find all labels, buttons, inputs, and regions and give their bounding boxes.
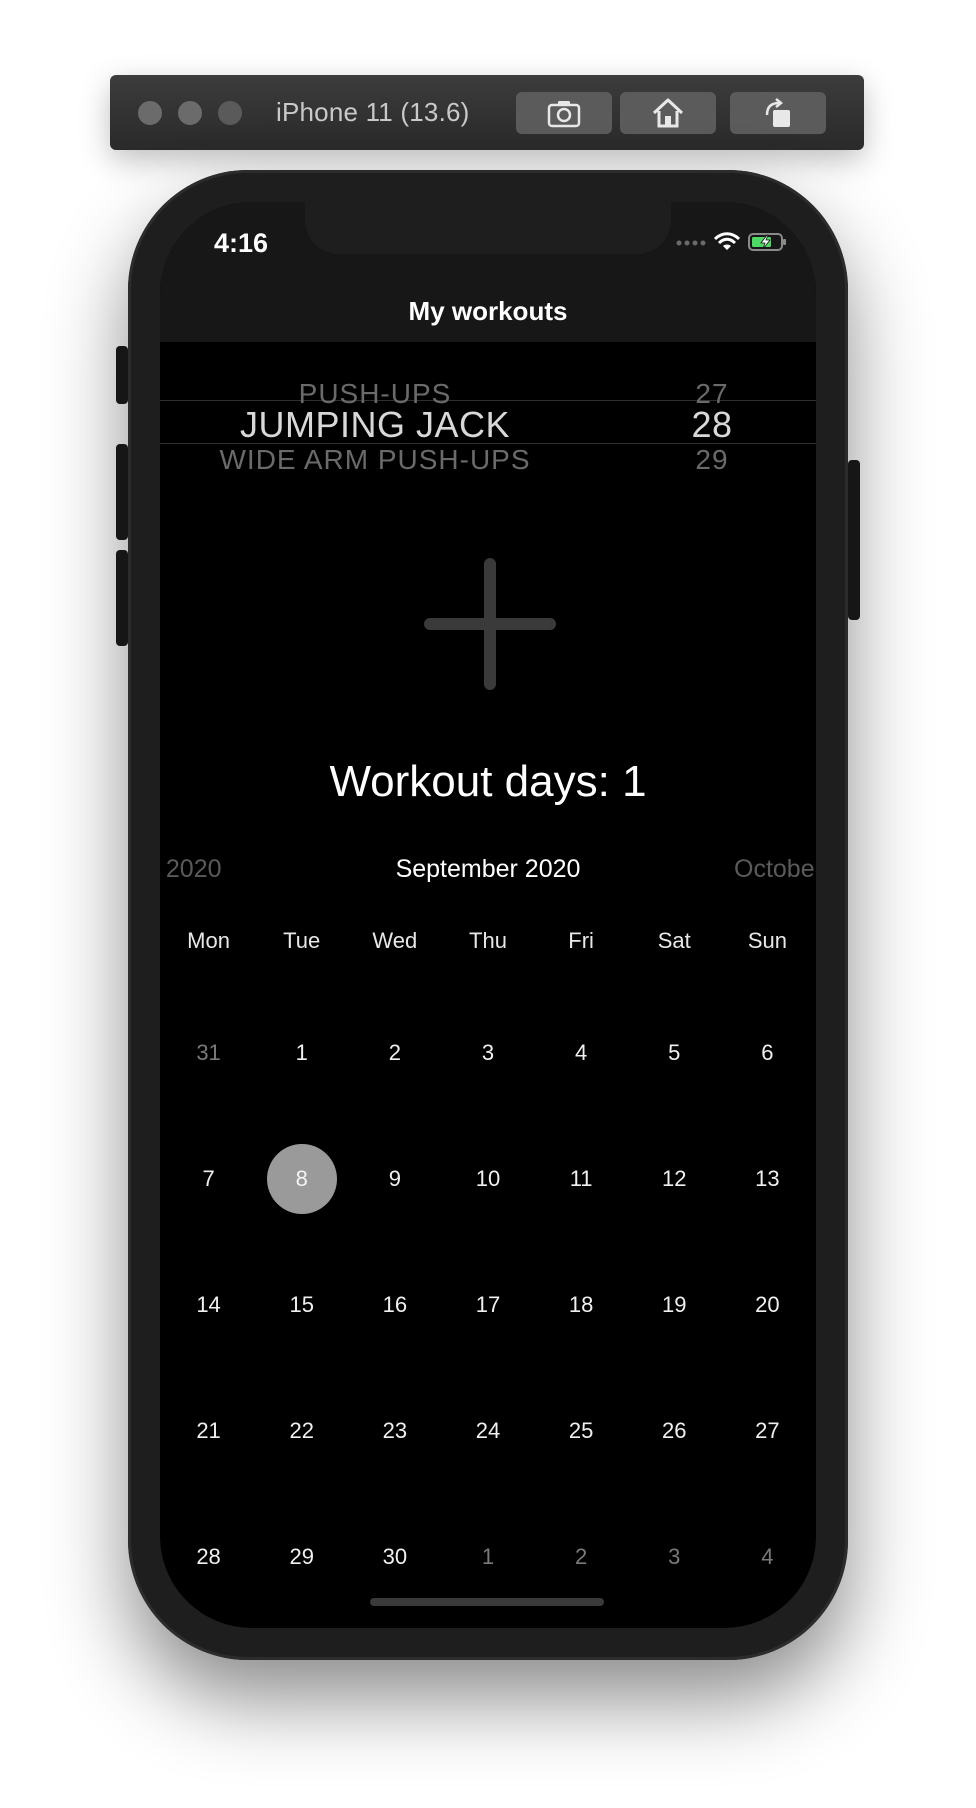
calendar-week-row: 31 1 2 3 4 5 6 <box>160 990 816 1116</box>
calendar-day[interactable]: 26 <box>639 1396 709 1466</box>
weekday-label: Thu <box>469 928 507 953</box>
calendar-day[interactable]: 29 <box>267 1522 337 1592</box>
home-indicator[interactable] <box>370 1598 604 1606</box>
calendar-day[interactable]: 22 <box>267 1396 337 1466</box>
calendar-day[interactable]: 14 <box>174 1270 244 1340</box>
workout-days-count: Workout days: 1 <box>329 757 647 806</box>
picker-count-option[interactable]: 29 <box>672 444 752 476</box>
calendar-day-selected[interactable]: 8 <box>266 1144 337 1214</box>
weekday-header: Mon Tue Wed Thu Fri Sat Sun <box>160 926 816 956</box>
simulator-title: iPhone 11 (13.6) <box>276 97 470 127</box>
rotate-button[interactable] <box>730 92 826 134</box>
picker-exercise-selected[interactable]: JUMPING JACK <box>160 404 590 446</box>
calendar-day[interactable]: 5 <box>639 1018 709 1088</box>
calendar-day[interactable]: 31 <box>174 1018 244 1088</box>
calendar-week-row: 14 15 16 17 18 19 20 <box>160 1242 816 1368</box>
close-window-button[interactable] <box>138 100 162 125</box>
current-month-label: September 2020 <box>395 855 581 883</box>
calendar-day[interactable]: 25 <box>546 1396 616 1466</box>
exercise-picker[interactable]: PUSH-UPS 27 JUMPING JACK 28 WIDE ARM PUS… <box>160 342 816 492</box>
calendar-day[interactable]: 3 <box>453 1018 523 1088</box>
phone-screen: 4:16 My workouts PUSH-UPS 27 JUMPING JAC… <box>160 202 816 1628</box>
wifi-icon <box>714 232 740 250</box>
calendar-day[interactable]: 20 <box>732 1270 802 1340</box>
status-time: 4:16 <box>214 228 269 258</box>
calendar-day[interactable]: 4 <box>732 1522 802 1592</box>
calendar-day[interactable]: 6 <box>732 1018 802 1088</box>
stage: iPhone 11 (13.6) 4:16 My workouts PUSH-U… <box>0 0 976 1808</box>
calendar-day[interactable]: 15 <box>267 1270 337 1340</box>
picker-exercise-option[interactable]: WIDE ARM PUSH-UPS <box>160 444 590 476</box>
plus-icon <box>424 558 556 690</box>
calendar-day[interactable]: 17 <box>453 1270 523 1340</box>
simulator-title-bar: iPhone 11 (13.6) <box>110 75 864 150</box>
calendar-day[interactable]: 1 <box>267 1018 337 1088</box>
weekday-label: Sat <box>657 928 691 953</box>
calendar-day[interactable]: 18 <box>546 1270 616 1340</box>
calendar-week-row: 7 8 9 10 11 12 13 <box>160 1116 816 1242</box>
calendar-day[interactable]: 30 <box>360 1522 430 1592</box>
cellular-signal-icon <box>676 240 706 246</box>
home-button[interactable] <box>620 92 716 134</box>
phone-frame: 4:16 My workouts PUSH-UPS 27 JUMPING JAC… <box>116 170 860 1660</box>
calendar-day[interactable]: 13 <box>732 1144 802 1214</box>
weekday-label: Fri <box>568 928 594 953</box>
weekday-label: Wed <box>372 928 418 953</box>
side-button <box>848 460 860 620</box>
calendar-day[interactable]: 3 <box>639 1522 709 1592</box>
calendar-day[interactable]: 2 <box>546 1522 616 1592</box>
calendar-day[interactable]: 19 <box>639 1270 709 1340</box>
calendar-day[interactable]: 1 <box>453 1522 523 1592</box>
weekday-label: Mon <box>187 928 230 953</box>
next-month-label[interactable]: Octobe <box>734 855 815 884</box>
calendar-day[interactable]: 16 <box>360 1270 430 1340</box>
rotate-icon <box>765 98 790 127</box>
volume-up-button <box>116 444 128 540</box>
calendar-day[interactable]: 7 <box>174 1144 244 1214</box>
calendar-day[interactable]: 4 <box>546 1018 616 1088</box>
calendar-day[interactable]: 12 <box>639 1144 709 1214</box>
calendar-day[interactable]: 27 <box>732 1396 802 1466</box>
calendar-week-row: 21 22 23 24 25 26 27 <box>160 1368 816 1494</box>
status-indicators <box>676 232 788 252</box>
calendar-day[interactable]: 9 <box>360 1144 430 1214</box>
zoom-window-button[interactable] <box>218 100 242 125</box>
battery-charging-icon <box>748 233 786 251</box>
calendar-day[interactable]: 23 <box>360 1396 430 1466</box>
calendar-day[interactable]: 11 <box>546 1144 616 1214</box>
weekday-label: Tue <box>283 928 321 953</box>
silent-switch <box>116 346 128 404</box>
screenshot-icon <box>547 101 581 128</box>
calendar-day[interactable]: 21 <box>174 1396 244 1466</box>
home-icon <box>652 98 684 128</box>
minimize-window-button[interactable] <box>178 100 202 125</box>
calendar-grid: 31 1 2 3 4 5 6 7 8 9 10 11 12 13 14 15 16 17 18 19 20 21 22 23 2… <box>160 990 816 1620</box>
page-title: My workouts <box>408 296 568 326</box>
screenshot-button[interactable] <box>516 92 612 134</box>
volume-down-button <box>116 550 128 646</box>
calendar-day[interactable]: 28 <box>174 1522 244 1592</box>
calendar-day[interactable]: 2 <box>360 1018 430 1088</box>
calendar-day[interactable]: 10 <box>453 1144 523 1214</box>
add-workout-button[interactable] <box>420 554 560 694</box>
picker-count-selected[interactable]: 28 <box>672 404 752 446</box>
notch <box>305 202 671 254</box>
calendar-day[interactable]: 24 <box>453 1396 523 1466</box>
calendar: Mon Tue Wed Thu Fri Sat Sun 31 1 2 3 4 5 6 7 8 9 1… <box>160 926 816 1620</box>
weekday-label: Sun <box>747 928 787 953</box>
